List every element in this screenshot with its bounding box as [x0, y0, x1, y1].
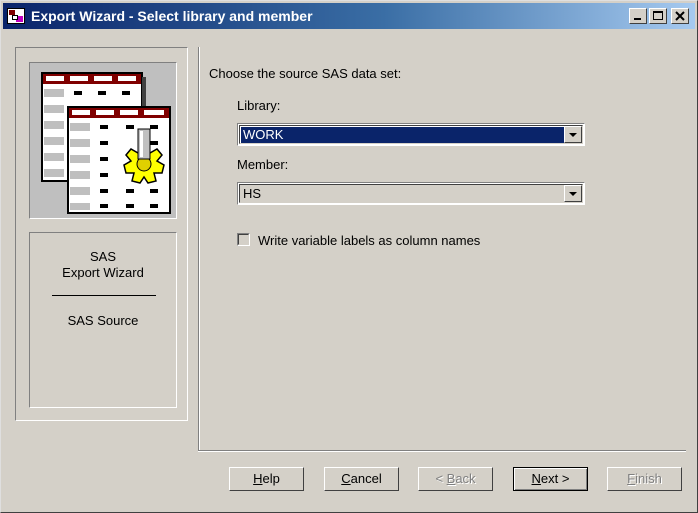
minimize-icon — [634, 18, 641, 20]
finish-button[interactable]: Finish — [607, 467, 682, 491]
export-wizard-illustration — [29, 62, 177, 219]
chevron-down-icon — [569, 192, 577, 196]
maximize-icon — [653, 11, 663, 20]
wizard-name: Export Wizard — [62, 265, 144, 280]
chevron-down-icon — [569, 133, 577, 137]
close-button[interactable] — [671, 8, 689, 24]
member-value[interactable]: HS — [241, 186, 565, 202]
member-label: Member: — [237, 157, 289, 172]
sas-app-icon[interactable] — [7, 8, 25, 24]
export-wizard-window: Export Wizard - Select library and membe… — [0, 0, 698, 513]
source-prompt: Choose the source SAS data set: — [209, 66, 402, 81]
close-icon — [675, 11, 685, 21]
help-button[interactable]: Help — [229, 467, 304, 491]
horizontal-separator — [198, 450, 686, 452]
wizard-side-panel: SAS Export Wizard SAS Source — [15, 47, 188, 421]
variable-labels-checkbox[interactable] — [237, 233, 250, 246]
library-label: Library: — [237, 98, 281, 113]
product-name: SAS — [89, 249, 116, 264]
variable-labels-checkbox-label[interactable]: Write variable labels as column names — [258, 233, 480, 248]
member-combobox[interactable]: HS — [237, 182, 585, 205]
title-bar[interactable]: Export Wizard - Select library and membe… — [3, 3, 695, 29]
vertical-separator — [198, 47, 200, 451]
back-button[interactable]: < Back — [418, 467, 493, 491]
cancel-button[interactable]: Cancel — [324, 467, 399, 491]
library-value[interactable]: WORK — [241, 127, 565, 143]
minimize-button[interactable] — [629, 8, 647, 24]
member-dropdown-button[interactable] — [564, 185, 582, 202]
library-combobox[interactable]: WORK — [237, 123, 585, 146]
next-button[interactable]: Next > — [513, 467, 588, 491]
library-dropdown-button[interactable] — [564, 126, 582, 143]
divider — [52, 295, 156, 296]
current-step: SAS Source — [67, 313, 139, 328]
wizard-step-box: SAS Export Wizard SAS Source — [29, 232, 177, 408]
maximize-button[interactable] — [649, 8, 667, 24]
dataset-gear-icon — [41, 72, 171, 214]
window-title: Export Wizard - Select library and membe… — [31, 8, 313, 24]
